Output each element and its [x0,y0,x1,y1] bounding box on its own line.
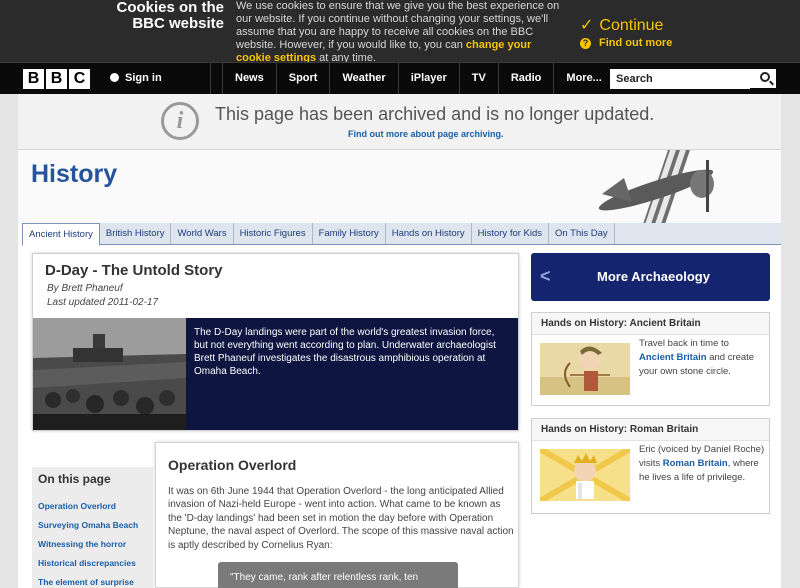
on-this-page-item[interactable]: The element of surprise [38,577,138,588]
section-heading: Operation Overlord [168,457,297,473]
bbc-global-nav: B B C Sign in News Sport Weather iPlayer… [0,62,800,94]
tab-hands-on-history[interactable]: Hands on History [386,223,472,244]
cookie-banner-title: Cookies on the BBC website [116,0,224,32]
promo-text: Travel back in time to Ancient Britain a… [639,338,755,377]
cookie-banner-text: We use cookies to ensure that we give yo… [236,0,560,64]
tab-world-wars[interactable]: World Wars [171,223,234,244]
section-title[interactable]: History [31,160,117,189]
tab-ancient-history[interactable]: Ancient History [22,223,100,246]
cookie-find-out-more-link[interactable]: ? Find out more [580,37,672,49]
on-this-page-item[interactable]: Surveying Omaha Beach [38,520,138,539]
tab-family-history[interactable]: Family History [313,223,386,244]
landing-craft-photo [33,318,186,430]
nav-item-more[interactable]: More... [553,63,613,94]
article-updated-date: Last updated 2011-02-17 [47,297,159,308]
on-this-page-nav: On this page Operation Overlord Surveyin… [32,467,153,588]
on-this-page-list: Operation Overlord Surveying Omaha Beach… [38,501,138,588]
section-tabs: Ancient History British History World Wa… [22,223,781,246]
nav-item-tv[interactable]: TV [458,63,498,94]
info-icon: i [161,102,199,140]
on-this-page-item[interactable]: Historical discrepancies [38,558,138,577]
search-box [610,69,776,89]
checkmark-icon: ✓ [580,17,594,34]
article-summary: The D-Day landings were part of the worl… [186,318,518,430]
cookie-banner: Cookies on the BBC website We use cookie… [0,0,800,64]
archive-notice: i This page has been archived and is no … [18,94,781,150]
nav-item-weather[interactable]: Weather [329,63,397,94]
nav-items: News Sport Weather iPlayer TV Radio More… [222,63,614,94]
tab-historic-figures[interactable]: Historic Figures [234,223,313,244]
ancient-britain-thumbnail[interactable] [540,343,630,395]
search-input[interactable] [610,69,750,89]
article-author: By Brett Phaneuf [47,283,123,294]
article-title: D-Day - The Untold Story [45,262,223,279]
promo-heading: Hands on History: Roman Britain [532,419,769,441]
archive-info-link[interactable]: Find out more about page archiving. [348,129,504,139]
roman-britain-link[interactable]: Roman Britain [663,458,728,469]
nav-item-sport[interactable]: Sport [275,63,330,94]
user-icon [110,73,119,82]
tab-history-for-kids[interactable]: History for Kids [472,223,550,244]
promo-text: Eric (voiced by Daniel Roche) visits Rom… [639,444,765,483]
article-header: D-Day - The Untold Story By Brett Phaneu… [32,253,519,431]
pull-quote: "They came, rank after relentless rank, … [218,562,458,588]
sign-in-link[interactable]: Sign in [110,63,211,94]
article-body: Operation Overlord It was on 6th June 19… [155,442,519,588]
chevron-left-icon: < [540,266,551,286]
promo-heading: Hands on History: Ancient Britain [532,313,769,335]
nav-item-iplayer[interactable]: iPlayer [397,63,459,94]
on-this-page-item[interactable]: Witnessing the horror [38,539,138,558]
ancient-britain-link[interactable]: Ancient Britain [639,352,707,363]
on-this-page-item[interactable]: Operation Overlord [38,501,138,520]
more-archaeology-button[interactable]: < More Archaeology [531,253,770,301]
bbc-logo[interactable]: B B C [23,69,90,89]
tab-on-this-day[interactable]: On This Day [549,223,615,244]
on-this-page-title: On this page [38,472,111,486]
nav-item-news[interactable]: News [222,63,276,94]
more-archaeology-label: More Archaeology [597,269,710,284]
promo-card-ancient-britain: Hands on History: Ancient Britain Travel… [531,312,770,406]
roman-britain-thumbnail[interactable] [540,449,630,501]
tab-british-history[interactable]: British History [100,223,172,244]
body-paragraph: It was on 6th June 1944 that Operation O… [168,486,514,551]
search-icon[interactable] [760,72,770,82]
question-icon: ? [580,38,591,49]
archive-message: This page has been archived and is no lo… [215,104,655,124]
promo-card-roman-britain: Hands on History: Roman Britain Eric (vo… [531,418,770,514]
nav-item-radio[interactable]: Radio [497,63,554,94]
cookie-continue-button[interactable]: ✓ Continue [580,15,663,35]
page-frame: i This page has been archived and is no … [18,94,781,588]
